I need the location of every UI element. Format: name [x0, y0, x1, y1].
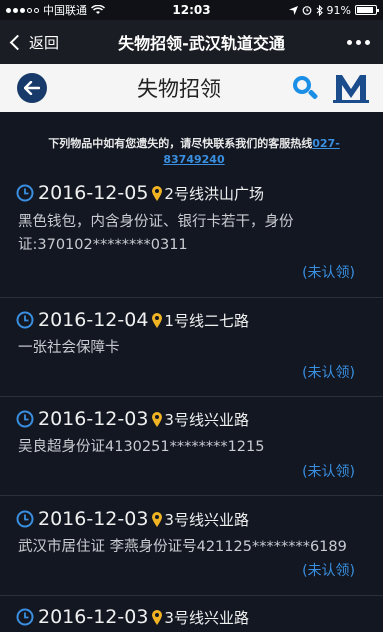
nav-bar: 返回 失物招领-武汉轨道交通	[0, 20, 383, 64]
item-header: 2016-12-03 3号线兴业路	[16, 507, 249, 531]
location-arrow-icon	[288, 5, 298, 15]
clock-icon	[16, 311, 34, 329]
item-description: 吴良超身份证4130251********1215	[18, 439, 265, 455]
alarm-icon	[302, 6, 311, 15]
item-status[interactable]: (未认领)	[302, 362, 355, 382]
item-description: 武汉市居住证 李燕身份证号421125********6189	[18, 539, 347, 555]
location-pin-icon	[152, 312, 163, 328]
search-icon[interactable]	[291, 74, 319, 102]
clock-icon	[16, 510, 34, 528]
nav-title: 失物招领-武汉轨道交通	[118, 34, 285, 53]
clock-icon	[16, 184, 34, 202]
status-right: 91%	[288, 3, 379, 17]
wifi-icon	[91, 5, 105, 14]
back-label: 返回	[29, 33, 60, 52]
page-title: 失物招领	[137, 77, 221, 101]
metro-logo-icon	[333, 75, 369, 103]
item-location: 3号线兴业路	[164, 510, 249, 529]
item-header: 2016-12-04 1号线二七路	[16, 308, 249, 332]
chevron-left-icon	[9, 34, 26, 50]
back-button[interactable]: 返回	[0, 32, 70, 53]
item-date: 2016-12-05	[38, 182, 149, 204]
location-pin-icon	[152, 185, 163, 201]
notice-message: 下列物品中如有您遗失的，请尽快联系我们的客服热线	[48, 137, 313, 150]
item-location: 1号线二七路	[164, 311, 249, 330]
divider	[0, 297, 383, 298]
item-description: 黑色钱包，内含身份证、银行卡若干，身份证:370102********0311	[18, 214, 294, 253]
item-description: 一张社会保障卡	[18, 340, 120, 356]
clock-icon	[16, 410, 34, 428]
arrow-left-icon	[24, 81, 40, 95]
item-status[interactable]: (未认领)	[302, 560, 355, 580]
notice-text: 下列物品中如有您遗失的，请尽快联系我们的客服热线027-83749240	[20, 136, 368, 168]
bluetooth-icon	[316, 4, 323, 16]
location-pin-icon	[152, 411, 163, 427]
battery-percent: 91%	[326, 3, 351, 17]
signal-strength-icon	[6, 7, 39, 13]
item-status[interactable]: (未认领)	[302, 262, 355, 282]
divider	[0, 495, 383, 496]
battery-icon	[355, 5, 379, 15]
divider	[0, 396, 383, 397]
item-header: 2016-12-03 3号线兴业路	[16, 407, 249, 431]
item-header: 2016-12-05 2号线洪山广场	[16, 181, 264, 205]
location-pin-icon	[152, 511, 163, 527]
more-menu-button[interactable]	[333, 39, 383, 45]
page-header: 失物招领	[0, 64, 383, 112]
more-dots-icon	[346, 39, 352, 45]
clock-icon	[16, 608, 34, 626]
item-location: 2号线洪山广场	[164, 184, 264, 203]
divider	[0, 595, 383, 596]
item-date: 2016-12-03	[38, 508, 149, 530]
header-back-button[interactable]	[17, 73, 47, 103]
item-location: 3号线兴业路	[164, 410, 249, 429]
item-header: 2016-12-03 3号线兴业路	[16, 605, 249, 629]
item-status[interactable]: (未认领)	[302, 461, 355, 481]
location-pin-icon	[152, 609, 163, 625]
carrier-label: 中国联通	[43, 4, 87, 17]
status-left: 中国联通	[6, 2, 289, 18]
item-date: 2016-12-04	[38, 309, 149, 331]
item-date: 2016-12-03	[38, 606, 149, 628]
status-bar: 中国联通 12:03 91%	[0, 0, 383, 20]
battery-level	[357, 7, 374, 13]
item-date: 2016-12-03	[38, 408, 149, 430]
item-location: 3号线兴业路	[164, 608, 249, 627]
